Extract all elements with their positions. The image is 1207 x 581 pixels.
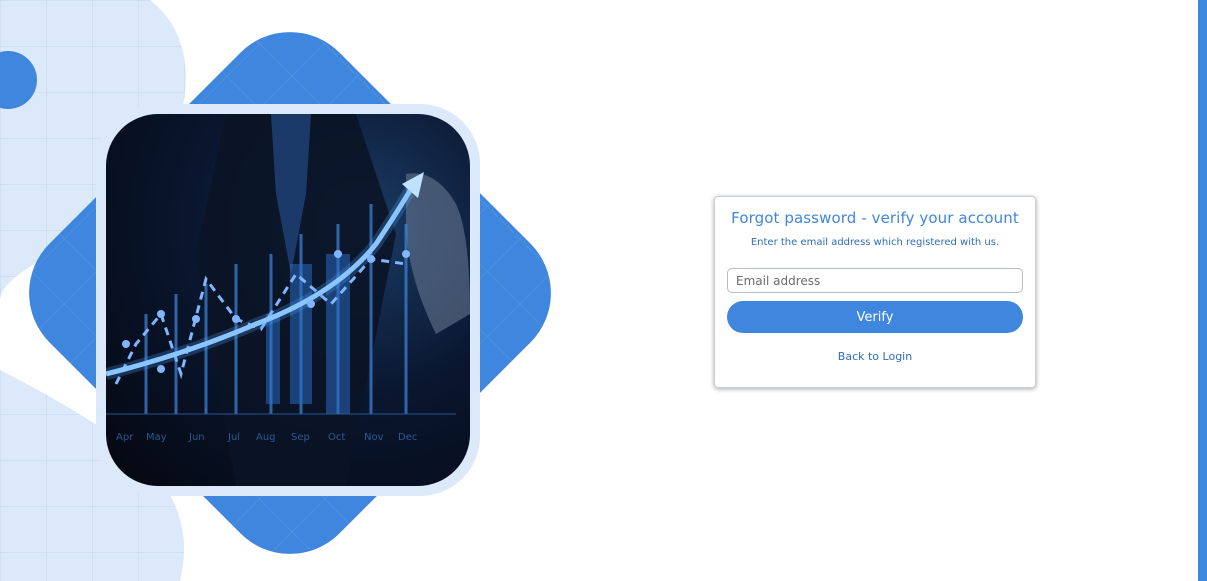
month-label: Aug (256, 432, 276, 443)
email-input[interactable] (727, 268, 1023, 293)
verify-button[interactable]: Verify (727, 301, 1023, 333)
stock-chart-illustration: Apr May Jun Jul Aug Sep Oct Nov Dec (96, 104, 480, 496)
month-label: Sep (291, 432, 310, 443)
business-growth-photo: Apr May Jun Jul Aug Sep Oct Nov Dec (106, 114, 470, 486)
right-edge-bar (1198, 0, 1207, 581)
growth-chart-graphic: Apr May Jun Jul Aug Sep Oct Nov Dec (106, 114, 470, 486)
card-title: Forgot password - verify your account (731, 209, 1019, 227)
back-to-login-link[interactable]: Back to Login (727, 350, 1023, 363)
month-label: Jul (227, 432, 240, 443)
forgot-password-card: Forgot password - verify your account En… (714, 196, 1036, 388)
month-label: Jun (188, 432, 205, 443)
month-label: May (146, 432, 167, 443)
month-label: Nov (364, 432, 384, 443)
month-label: Apr (116, 432, 134, 443)
month-label: Oct (328, 432, 345, 443)
month-label: Dec (398, 432, 417, 443)
card-subtitle: Enter the email address which registered… (750, 237, 1000, 248)
